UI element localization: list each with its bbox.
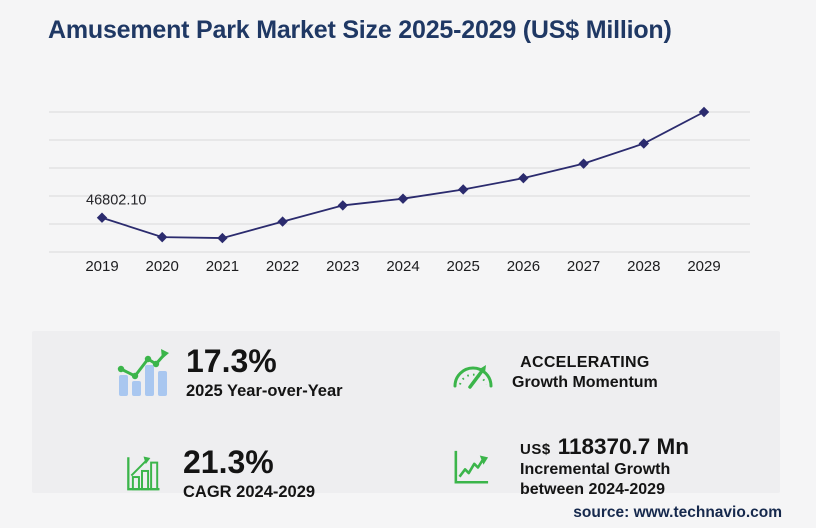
x-tick-2025: 2025 [447, 258, 480, 275]
speedometer-icon [453, 364, 493, 389]
incremental-value-line: US$ 118370.7 Mn [520, 434, 689, 460]
data-point-2022 [277, 216, 288, 227]
incremental-label-line1: Incremental Growth [520, 461, 671, 478]
data-label-2019: 46802.10 [86, 193, 146, 209]
x-tick-2026: 2026 [507, 258, 540, 275]
momentum-label: Growth Momentum [512, 373, 658, 391]
data-point-2019 [96, 212, 108, 223]
currency-prefix: US$ [520, 441, 551, 458]
data-point-2025 [458, 184, 469, 195]
data-point-2026 [518, 172, 529, 184]
x-tick-2029: 2029 [687, 258, 720, 275]
x-tick-2028: 2028 [627, 258, 660, 275]
incremental-value: 118370.7 Mn [557, 434, 690, 459]
data-point-2023 [337, 200, 348, 211]
x-tick-2022: 2022 [266, 258, 299, 275]
x-tick-2020: 2020 [146, 258, 179, 275]
cagr-value: 21.3% [183, 444, 274, 480]
cagr-label: CAGR 2024-2029 [183, 482, 316, 501]
market-size-line-chart: 46802.10 2019 2020 2021 2022 2023 2024 2025 2026… [49, 106, 750, 275]
stat-cagr: 21.3% CAGR 2024-2029 [123, 446, 315, 502]
growth-bars-arrow-icon [127, 456, 160, 491]
x-tick-2027: 2027 [567, 258, 600, 275]
trend-axis-arrow-icon [454, 450, 489, 484]
x-tick-2021: 2021 [206, 258, 239, 275]
yoy-value: 17.3% [186, 343, 277, 379]
stat-incremental-growth: US$ 118370.7 Mn Incremental Growth betwee… [453, 434, 689, 500]
yoy-label: 2025 Year-over-Year [186, 381, 343, 400]
data-point-2027 [578, 158, 589, 169]
x-tick-2023: 2023 [326, 258, 359, 275]
x-tick-2024: 2024 [386, 258, 419, 275]
market-size-line [101, 111, 705, 239]
data-point-2024 [397, 193, 409, 204]
data-point-2021 [217, 232, 228, 244]
bar-chart-trend-icon [117, 348, 169, 396]
stat-growth-momentum: ACCELERATING Growth Momentum [450, 353, 658, 392]
data-point-2029 [698, 106, 710, 118]
data-point-2020 [157, 231, 168, 243]
momentum-title: ACCELERATING [520, 354, 650, 371]
x-tick-2019: 2019 [85, 258, 118, 275]
stat-yoy: 17.3% 2025 Year-over-Year [116, 345, 343, 401]
incremental-label-line2: between 2024-2029 [520, 481, 665, 498]
source-credit: source: www.technavio.com [573, 504, 782, 521]
